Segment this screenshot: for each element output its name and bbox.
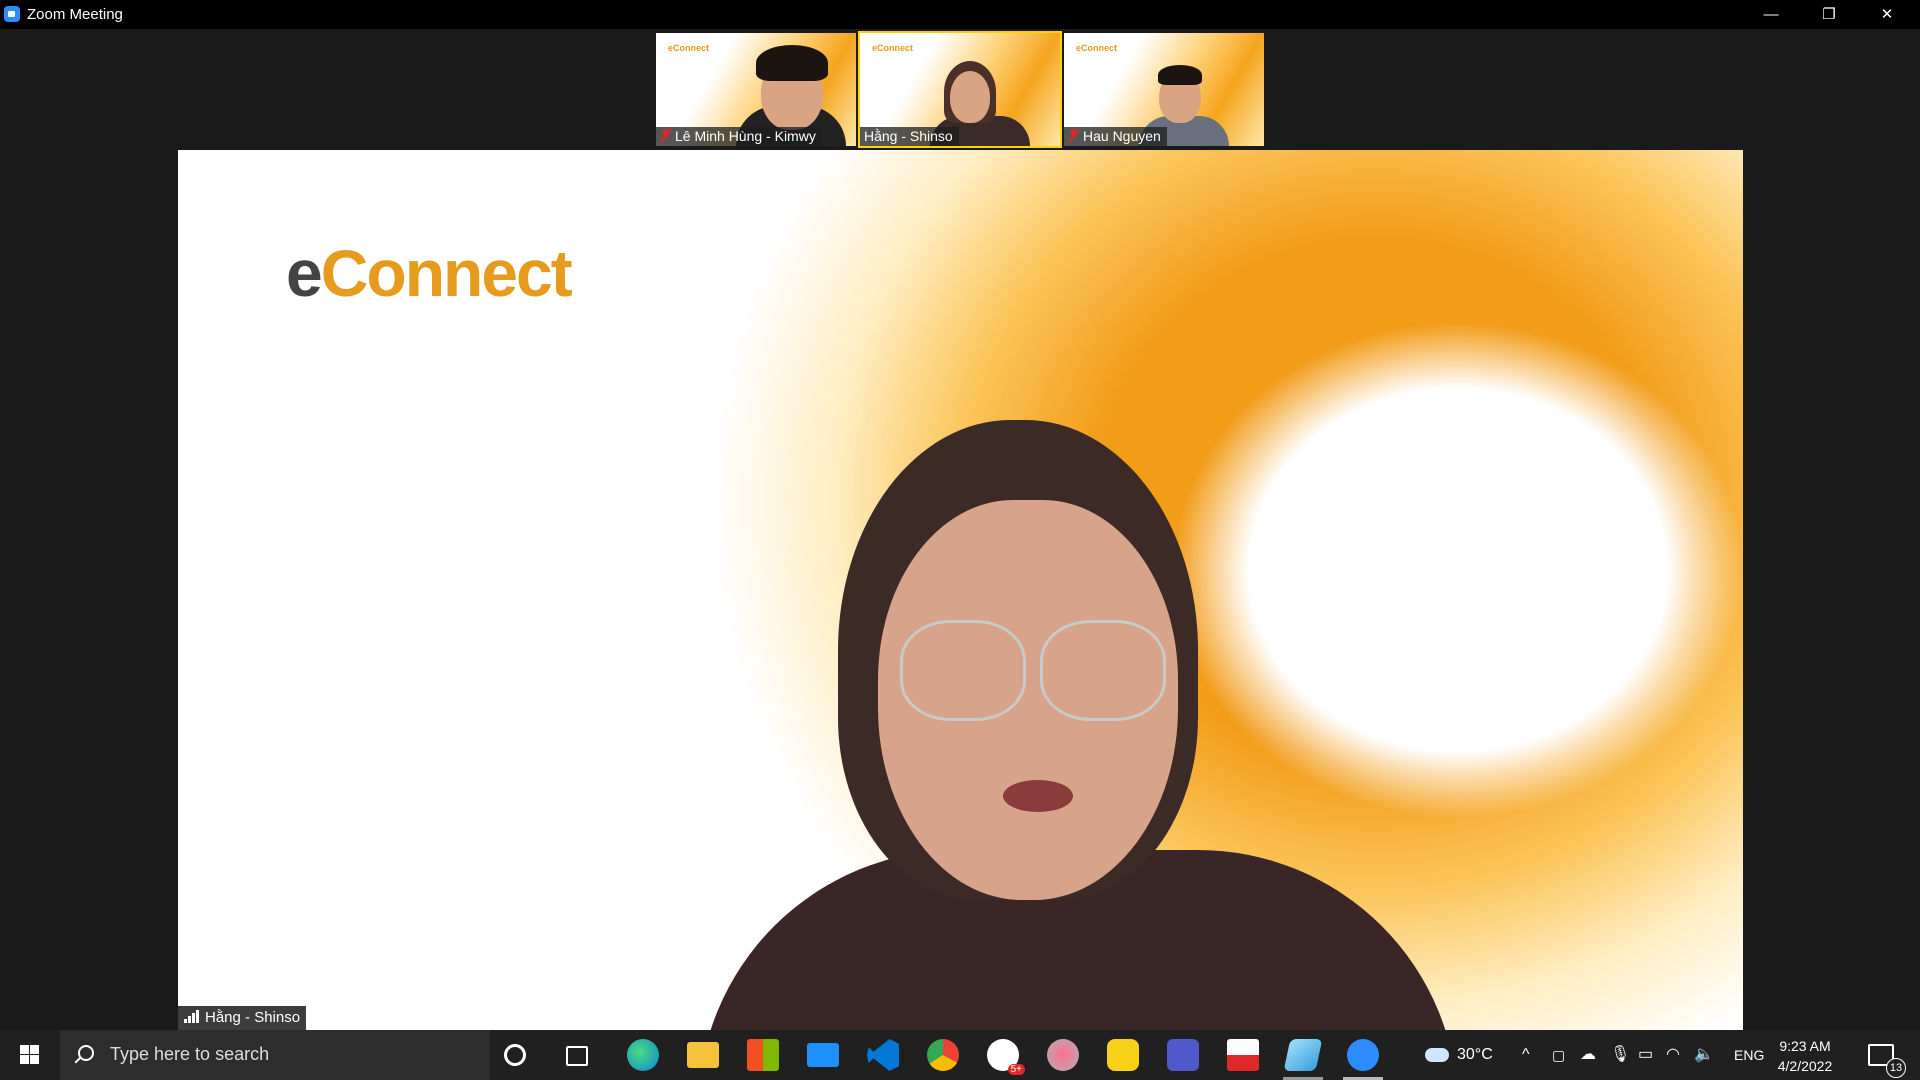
cortana-icon[interactable]	[504, 1044, 526, 1066]
onedrive-icon[interactable]: ☁	[1580, 1030, 1596, 1080]
notification-center-icon[interactable]: 13	[1868, 1030, 1906, 1080]
active-speaker-video[interactable]: eConnect	[178, 150, 1743, 1030]
dev-icon[interactable]	[1107, 1039, 1139, 1071]
battery-icon[interactable]: ▭	[1638, 1030, 1653, 1080]
task-view-icon[interactable]	[566, 1046, 588, 1066]
vscode-icon[interactable]	[867, 1039, 899, 1071]
notification-count-badge: 13	[1886, 1058, 1906, 1078]
cloud-icon	[1425, 1047, 1449, 1062]
participant-nameplate: Lê Minh Hùng - Kimwy	[656, 127, 822, 146]
notepad-icon[interactable]	[1283, 1039, 1323, 1071]
window-title: Zoom Meeting	[27, 6, 123, 23]
store-icon[interactable]	[747, 1039, 779, 1071]
speaker-nameplate: Hằng - Shinso	[178, 1006, 307, 1030]
speaker-name: Hằng - Shinso	[205, 1009, 301, 1026]
econnect-logo: eConnect	[668, 43, 710, 53]
meet-now-icon[interactable]: ▢	[1552, 1030, 1565, 1080]
participant-name: Hằng - Shinso	[864, 128, 953, 144]
chevron-up-icon[interactable]: ^	[1522, 1030, 1530, 1080]
zoom-app-icon	[4, 6, 20, 22]
participant-thumbnail[interactable]: eConnect Hau Nguyen	[1064, 33, 1264, 146]
title-bar: Zoom Meeting — ❐ ✕	[0, 0, 1920, 29]
paint-icon[interactable]	[1047, 1039, 1079, 1071]
clock-date: 4/2/2022	[1777, 1058, 1833, 1074]
minimize-button[interactable]: —	[1742, 0, 1800, 29]
clock-time: 9:23 AM	[1779, 1038, 1831, 1054]
weather-temperature: 30°C	[1457, 1046, 1493, 1063]
participant-thumbnail[interactable]: eConnect Lê Minh Hùng - Kimwy	[656, 33, 856, 146]
speaker-glasses-right	[1040, 620, 1166, 721]
weather-widget[interactable]: 30°C	[1425, 1030, 1493, 1080]
edge-icon[interactable]	[627, 1039, 659, 1071]
participant-nameplate: Hau Nguyen	[1064, 127, 1167, 146]
wifi-icon[interactable]: ◠	[1666, 1030, 1680, 1080]
econnect-logo: eConnect	[1076, 43, 1118, 53]
teams-icon[interactable]	[1167, 1039, 1199, 1071]
close-button[interactable]: ✕	[1858, 0, 1916, 29]
language-indicator[interactable]: ENG	[1734, 1030, 1764, 1080]
zoom-icon[interactable]	[1347, 1039, 1379, 1071]
mic-muted-icon	[660, 129, 670, 143]
windows-taskbar: Type here to search 5+ 30°C ^ ▢ ☁ 🎙 ▭ ◠ …	[0, 1030, 1920, 1080]
signal-strength-icon	[184, 1010, 200, 1023]
file-explorer-icon[interactable]	[687, 1042, 719, 1068]
snip-icon[interactable]	[1227, 1039, 1259, 1071]
participant-name: Lê Minh Hùng - Kimwy	[675, 128, 816, 144]
clock[interactable]: 9:23 AM 4/2/2022	[1770, 1036, 1840, 1076]
econnect-logo: eConnect	[286, 236, 573, 310]
search-icon	[78, 1045, 94, 1061]
search-placeholder: Type here to search	[110, 1044, 270, 1064]
speaker-glasses-left	[900, 620, 1026, 721]
econnect-logo: eConnect	[872, 43, 914, 53]
participant-name: Hau Nguyen	[1083, 128, 1161, 144]
taskbar-search-box[interactable]: Type here to search	[60, 1030, 490, 1080]
chrome-icon[interactable]	[927, 1039, 959, 1071]
mail-icon[interactable]	[807, 1043, 839, 1067]
restore-button[interactable]: ❐	[1800, 0, 1858, 29]
skype-icon[interactable]: 5+	[987, 1039, 1025, 1075]
participant-nameplate: Hằng - Shinso	[860, 127, 959, 146]
skype-badge: 5+	[1007, 1064, 1025, 1075]
speaker-mouth	[1003, 780, 1073, 812]
participant-thumbnail-active[interactable]: eConnect Hằng - Shinso	[858, 31, 1062, 148]
volume-icon[interactable]: 🔈	[1694, 1030, 1714, 1080]
microphone-icon[interactable]: 🎙	[1610, 1030, 1630, 1080]
mic-muted-icon	[1068, 129, 1078, 143]
windows-start-icon[interactable]	[0, 1030, 58, 1080]
